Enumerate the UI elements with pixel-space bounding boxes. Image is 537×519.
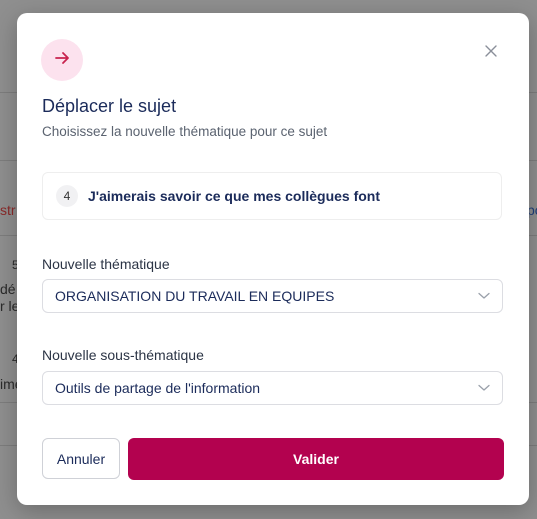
chevron-down-icon — [478, 290, 490, 302]
close-icon — [485, 44, 497, 62]
arrow-right-icon — [53, 49, 71, 72]
dialog-subtitle: Choisissez la nouvelle thématique pour c… — [42, 124, 328, 139]
topic-number-badge: 4 — [56, 185, 78, 207]
close-button[interactable] — [483, 45, 499, 61]
submit-button[interactable]: Valider — [128, 438, 504, 480]
cancel-button[interactable]: Annuler — [42, 438, 120, 479]
topic-card: 4 J'aimerais savoir ce que mes collègues… — [42, 172, 502, 220]
background-text: dé — [0, 281, 16, 297]
chevron-down-icon — [478, 382, 490, 394]
background-text: str — [0, 202, 16, 218]
subtheme-label: Nouvelle sous-thématique — [42, 347, 204, 363]
topic-title: J'aimerais savoir ce que mes collègues f… — [88, 188, 381, 204]
dialog-title: Déplacer le sujet — [42, 96, 177, 116]
header-icon-badge — [41, 39, 83, 81]
subtheme-select-value: Outils de partage de l'information — [55, 380, 261, 396]
theme-select-value: ORGANISATION DU TRAVAIL EN EQUIPES — [55, 288, 335, 304]
move-topic-dialog: Déplacer le sujet Choisissez la nouvelle… — [17, 13, 529, 505]
subtheme-select[interactable]: Outils de partage de l'information — [42, 371, 503, 405]
theme-select[interactable]: ORGANISATION DU TRAVAIL EN EQUIPES — [42, 279, 503, 313]
theme-label: Nouvelle thématique — [42, 256, 170, 272]
